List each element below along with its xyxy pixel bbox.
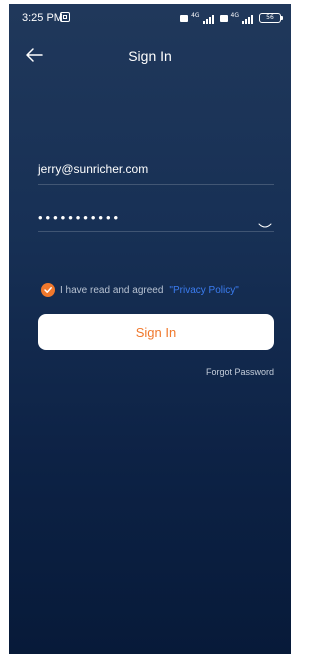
status-time: 3:25 PM (22, 12, 63, 24)
battery-icon: 56 (259, 13, 283, 23)
email-field[interactable]: jerry@sunricher.com (38, 154, 274, 185)
password-field[interactable]: ••••••••••• (38, 201, 274, 232)
agree-checkbox[interactable] (41, 283, 55, 297)
network-type-2: 4G (230, 12, 239, 19)
signal-2-icon (242, 15, 253, 24)
status-bar: 3:25 PM 4G 4G 56 (9, 4, 291, 32)
sign-in-button[interactable]: Sign In (38, 314, 274, 350)
password-value: ••••••••••• (38, 210, 122, 225)
sim-2-icon (219, 15, 228, 22)
privacy-policy-link[interactable]: "Privacy Policy" (169, 285, 238, 296)
sim-1-icon (180, 15, 189, 22)
forgot-password-link[interactable]: Forgot Password (206, 367, 274, 377)
email-value: jerry@sunricher.com (38, 162, 149, 176)
page-title: Sign In (128, 48, 172, 64)
privacy-agreement-row: I have read and agreed "Privacy Policy" (41, 281, 239, 299)
status-indicators: 4G 4G 56 (180, 12, 283, 24)
check-icon (44, 287, 52, 293)
signal-1-icon (202, 15, 214, 24)
sign-in-screen: 3:25 PM 4G 4G 56 Sign In jerry@sunricher… (9, 4, 291, 654)
agree-text: I have read and agreed (60, 284, 164, 296)
header: Sign In (9, 40, 291, 70)
network-type-1: 4G (191, 12, 200, 19)
notification-icon (60, 12, 70, 22)
eye-closed-icon[interactable] (258, 217, 272, 228)
